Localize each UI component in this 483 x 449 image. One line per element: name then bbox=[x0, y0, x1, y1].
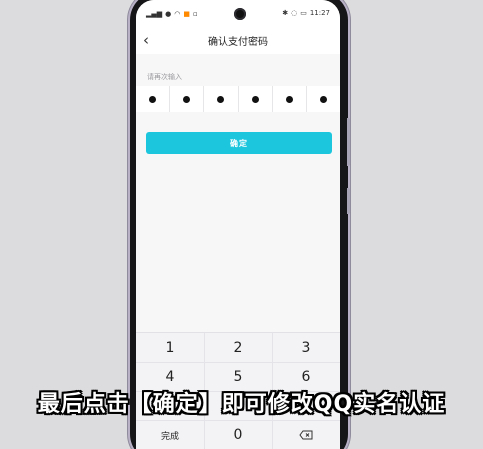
pin-cell bbox=[273, 86, 307, 112]
wifi-icon: ◠ bbox=[174, 10, 181, 18]
mute-icon: ◌ bbox=[291, 9, 298, 17]
front-camera bbox=[234, 8, 246, 20]
power-button bbox=[347, 188, 350, 214]
backspace-icon bbox=[299, 430, 313, 440]
volume-button bbox=[347, 118, 350, 166]
pin-cell bbox=[204, 86, 239, 112]
misc-icon: ▫ bbox=[193, 10, 198, 18]
status-icons-right: ✱ ◌ ▭ 11:27 bbox=[282, 9, 330, 17]
phone-screen: ▂▄▆ ● ◠ ■ ▫ ✱ ◌ ▭ 11:27 ‹ 确认支付密码 请再次输入 确… bbox=[136, 0, 340, 449]
confirm-button[interactable]: 确定 bbox=[146, 132, 332, 154]
pin-dot bbox=[319, 95, 327, 103]
pin-dot bbox=[285, 95, 293, 103]
battery-icon: ▭ bbox=[300, 9, 307, 17]
app-icon: ■ bbox=[183, 10, 190, 18]
pin-cell bbox=[307, 86, 340, 112]
delete-key[interactable] bbox=[272, 420, 340, 449]
status-time: 11:27 bbox=[309, 9, 330, 17]
pin-dot bbox=[217, 95, 225, 103]
status-icons-left: ▂▄▆ ● ◠ ■ ▫ bbox=[146, 10, 198, 18]
pin-cell bbox=[170, 86, 205, 112]
key-1[interactable]: 1 bbox=[136, 333, 204, 362]
key-0[interactable]: 0 bbox=[204, 420, 272, 449]
bluetooth-icon: ✱ bbox=[282, 9, 289, 17]
done-key[interactable]: 完成 bbox=[136, 420, 204, 449]
pin-hint: 请再次输入 bbox=[147, 73, 182, 81]
wechat-icon: ● bbox=[165, 10, 172, 18]
pin-dot bbox=[149, 95, 157, 103]
pin-input[interactable] bbox=[136, 86, 340, 112]
video-frame: ▂▄▆ ● ◠ ■ ▫ ✱ ◌ ▭ 11:27 ‹ 确认支付密码 请再次输入 确… bbox=[0, 0, 483, 449]
pin-dot bbox=[251, 95, 259, 103]
key-2[interactable]: 2 bbox=[204, 333, 272, 362]
pin-cell bbox=[239, 86, 273, 112]
page-title: 确认支付密码 bbox=[208, 37, 268, 48]
signal-icon: ▂▄▆ bbox=[146, 10, 163, 18]
pin-cell bbox=[136, 86, 171, 112]
status-bar: ▂▄▆ ● ◠ ■ ▫ ✱ ◌ ▭ 11:27 bbox=[136, 0, 340, 28]
nav-bar: ‹ 确认支付密码 bbox=[136, 28, 340, 54]
key-3[interactable]: 3 bbox=[272, 333, 340, 362]
video-caption: 最后点击【确定】即可修改QQ实名认证 bbox=[37, 392, 446, 417]
pin-dot bbox=[183, 95, 191, 103]
